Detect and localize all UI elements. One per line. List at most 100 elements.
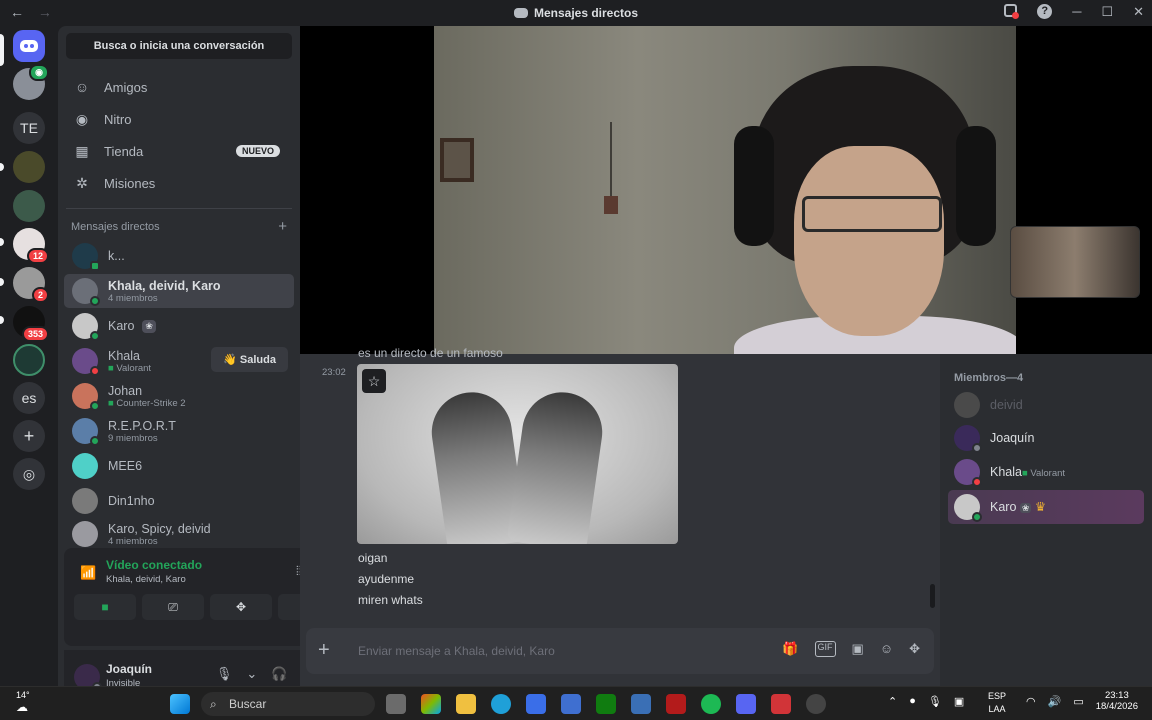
unread-pill	[0, 316, 4, 324]
maximize-button[interactable]: ☐	[1101, 4, 1113, 20]
discord-icon[interactable]	[736, 694, 756, 714]
battery-icon[interactable]: ▭	[1073, 695, 1083, 708]
chevron-down-icon[interactable]: ⌄	[246, 666, 257, 682]
video-stage[interactable]	[300, 26, 1152, 354]
message-input[interactable]: Enviar mensaje a Khala, deivid, Karo	[358, 644, 555, 658]
xbox-icon[interactable]	[596, 694, 616, 714]
edge-icon[interactable]	[491, 694, 511, 714]
server-6[interactable]	[13, 344, 45, 376]
chevron-up-icon[interactable]: ⌃	[888, 695, 897, 708]
chat-area: es un directo de un famoso 23:02 ☆ oigan…	[300, 346, 940, 686]
close-button[interactable]: ✕	[1133, 4, 1144, 20]
member-item[interactable]: Khala■ Valorant	[948, 455, 1144, 489]
taskbar-search[interactable]: ⌕ Buscar	[201, 692, 375, 716]
spotify-icon[interactable]	[701, 694, 721, 714]
attach-plus-icon[interactable]: +	[318, 640, 330, 660]
gift-icon[interactable]: 🎁	[782, 641, 798, 657]
explore-icon[interactable]: ◎	[13, 458, 45, 490]
weather-widget[interactable]: 14° ☁	[16, 690, 30, 714]
inbox-icon[interactable]	[1004, 4, 1020, 19]
minimize-button[interactable]: ─	[1072, 4, 1081, 20]
gif-icon[interactable]: GIF	[814, 641, 836, 657]
mic-tray-icon[interactable]: 🎙	[928, 695, 942, 708]
wall-hanger	[610, 122, 612, 202]
screenshare-button[interactable]: ⎚	[142, 594, 204, 620]
app-icon[interactable]	[771, 694, 791, 714]
message-timestamp: 23:02	[322, 367, 346, 378]
message-image[interactable]: ☆	[357, 364, 678, 544]
weather-icon: ☁	[16, 700, 28, 714]
dm-item[interactable]: Karo, Spicy, deivid 4 miembros	[64, 519, 294, 549]
server-te[interactable]: TE	[13, 112, 45, 144]
nav-friends[interactable]: ☺ Amigos	[66, 72, 292, 102]
title-bar: ← → Mensajes directos ? ─ ☐ ✕	[0, 0, 1152, 26]
dm-item[interactable]: Johan ■ Counter-Strike 2	[64, 379, 294, 413]
member-item[interactable]: Joaquín	[948, 421, 1144, 455]
task-view-icon[interactable]	[386, 694, 406, 714]
input-language[interactable]: ESP LAA	[988, 690, 1006, 716]
copilot-icon[interactable]	[421, 694, 441, 714]
scrollbar[interactable]	[930, 584, 935, 608]
start-button[interactable]	[170, 694, 190, 714]
server-4[interactable]: 2	[13, 267, 49, 303]
message-composer[interactable]: + Enviar mensaje a Khala, deivid, Karo 🎁…	[306, 628, 934, 674]
activities-button[interactable]: ✥	[210, 594, 272, 620]
nav-quests[interactable]: ✲ Misiones	[66, 168, 292, 198]
outlook-icon[interactable]	[631, 694, 651, 714]
member-name: Karo ❀ ♛	[990, 500, 1047, 514]
app-icon[interactable]	[806, 694, 826, 714]
dm-item[interactable]: Din1nho	[64, 484, 294, 518]
nav-nitro[interactable]: ◉ Nitro	[66, 104, 292, 134]
app-icon[interactable]	[561, 694, 581, 714]
nav-shop[interactable]: ▦ Tienda NUEVO	[66, 136, 292, 166]
dm-name: Khala, deivid, Karo	[108, 278, 221, 293]
camera-button[interactable]: ■	[74, 594, 136, 620]
store-icon[interactable]	[526, 694, 546, 714]
apps-icon[interactable]: ✥	[909, 641, 920, 657]
voice-channel[interactable]: Khala, deivid, Karo	[106, 574, 186, 585]
file-explorer-icon[interactable]	[456, 694, 476, 714]
dm-item[interactable]: Karo ❀	[64, 309, 294, 343]
headphones-icon[interactable]: 🎧	[271, 666, 287, 682]
dm-item[interactable]: R.E.P.O.R.T 9 miembros	[64, 414, 294, 448]
favorite-star-icon[interactable]: ☆	[362, 369, 386, 393]
wall-frame	[440, 138, 474, 182]
divider	[66, 208, 292, 209]
window-title: Mensajes directos	[0, 6, 1152, 20]
conversation-search[interactable]: Busca o inicia una conversación	[66, 33, 292, 59]
server-5[interactable]: 353	[13, 306, 49, 342]
dm-item[interactable]: Khala ■ Valorant 👋 Saluda	[64, 344, 294, 378]
add-server-button[interactable]: +	[13, 420, 45, 452]
server-2[interactable]	[13, 190, 45, 222]
dm-item-selected[interactable]: Khala, deivid, Karo 4 miembros	[64, 274, 294, 308]
search-icon: ⌕	[210, 697, 217, 711]
help-icon[interactable]: ?	[1037, 4, 1053, 19]
dm-item[interactable]: k...	[64, 239, 294, 273]
window-title-text: Mensajes directos	[533, 6, 639, 20]
emoji-icon[interactable]: ☺	[880, 641, 893, 657]
microphone-icon[interactable]: 🎙	[216, 666, 233, 682]
picture-in-picture-feed[interactable]	[1010, 226, 1140, 298]
valorant-icon[interactable]	[666, 694, 686, 714]
member-item[interactable]: deivid	[948, 388, 1144, 422]
server-1[interactable]	[13, 151, 45, 183]
user-avatar-server[interactable]: ◉	[13, 64, 49, 100]
tray-icon[interactable]: ▣	[954, 695, 964, 708]
dm-item[interactable]: MEE6	[64, 449, 294, 483]
wave-button[interactable]: 👋 Saluda	[211, 347, 288, 372]
clock[interactable]: 23:13 18/4/2026	[1096, 690, 1138, 712]
new-dm-button[interactable]: +	[278, 219, 287, 234]
app-tray-icon[interactable]: ●	[909, 695, 916, 708]
volume-icon[interactable]: 🔊	[1048, 695, 1062, 708]
dm-activity: ■ Counter-Strike 2	[108, 397, 186, 409]
sticker-icon[interactable]: ▣	[852, 641, 864, 657]
home-button[interactable]	[13, 30, 45, 62]
dm-name: R.E.P.O.R.T	[108, 418, 176, 433]
wifi-icon[interactable]: ◠	[1026, 695, 1036, 708]
new-badge: NUEVO	[235, 145, 280, 157]
server-3[interactable]: 12	[13, 228, 49, 264]
server-es[interactable]: es	[13, 382, 45, 414]
member-item[interactable]: Karo ❀ ♛	[948, 490, 1144, 524]
webcam-feed[interactable]	[434, 26, 1016, 354]
unread-pill	[0, 238, 4, 246]
